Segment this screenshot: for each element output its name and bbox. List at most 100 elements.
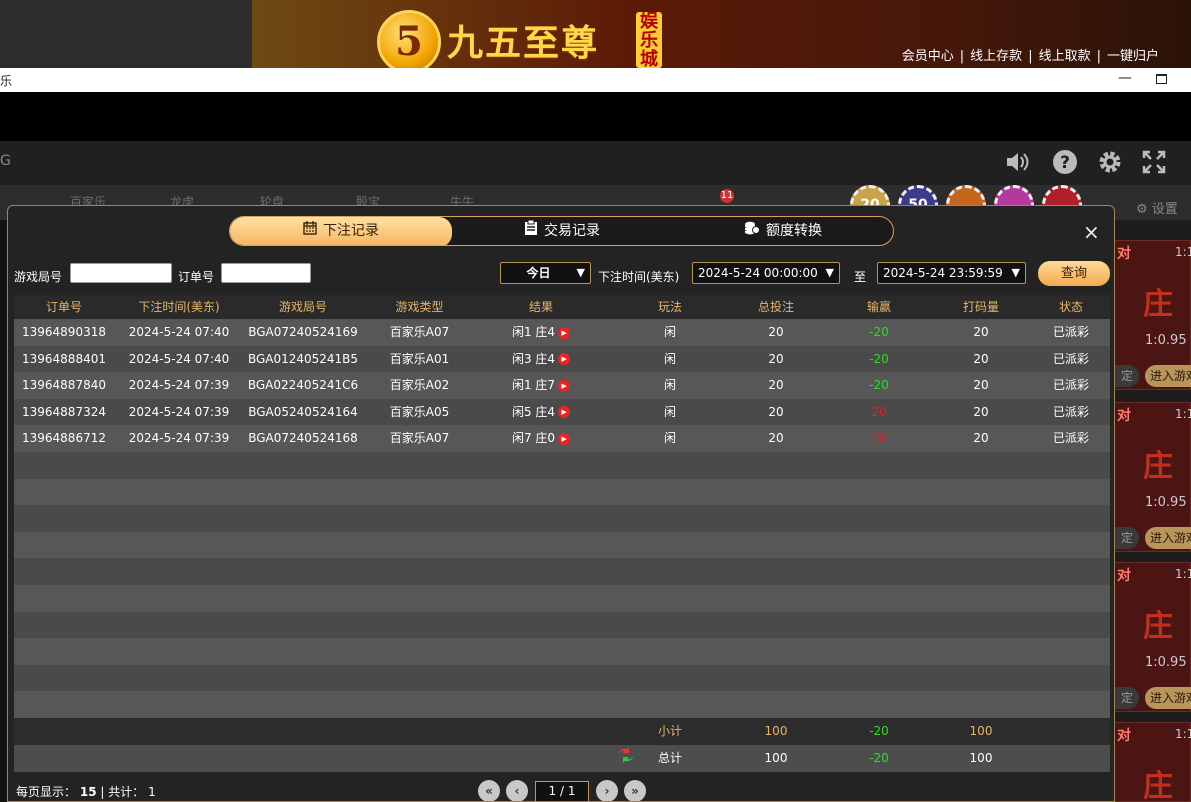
summary-rows: 小计 100 -20 100 总计 100 -20 100 [14,718,1110,772]
link-one-click-return[interactable]: 一键归户 [1107,45,1159,64]
start-time-select[interactable]: 2024-5-24 00:00:00 ▼ [692,262,840,284]
link-online-deposit[interactable]: 线上存款 [970,45,1022,64]
first-page-button[interactable]: « [478,780,500,801]
table-card[interactable]: 对 1:1 庄 1:0.95 定 进入游戏 [1105,402,1191,552]
settings-button[interactable]: ⚙ 设置 [1136,198,1178,217]
cell-text: 闲 [663,431,676,446]
cell-text: 闲 [663,378,676,393]
table-row-empty [14,505,1110,532]
cell-status: 已派彩 [1021,346,1114,373]
chevron-down-icon: ▼ [576,266,585,279]
query-button[interactable]: 查询 [1038,261,1110,286]
tab-label: 下注记录 [323,223,379,239]
subtotal-bet: 100 [764,724,788,738]
card-ratio: 1:0.95 [1145,655,1187,670]
cell-text: 2024-5-24 07:40 [128,325,230,339]
cell-result: 闲5 庄4 ▶ [477,399,605,426]
link-online-withdraw[interactable]: 线上取款 [1039,45,1091,64]
sound-icon[interactable] [1004,149,1030,178]
cell-text: 百家乐A07 [389,431,450,446]
cell-text: 13964888401 [22,351,106,366]
cell-play: 闲 [605,346,735,373]
cell-play: 闲 [605,372,735,399]
bet-time-label: 下注时间(美东) [598,270,680,284]
enter-game-button[interactable]: 进入游戏 [1145,527,1191,549]
end-time-select[interactable]: 2024-5-24 23:59:59 ▼ [877,262,1026,284]
cell-text: BGA05240524164 [248,404,358,419]
start-time-value: 2024-5-24 00:00:00 [698,266,818,280]
gear-icon: ⚙ [1136,202,1152,217]
help-icon[interactable]: ? [1052,149,1078,178]
game-toolbar: G ? [0,141,1191,185]
cell-text: 闲5 庄4 [511,404,556,419]
game-id-label: 游戏局号 [14,270,63,284]
total-count-value: 1 [148,785,156,799]
minimize-button[interactable]: — [1118,70,1132,86]
to-label: 至 [854,270,867,284]
cell-text: 20 [768,325,784,339]
cell-text: 百家乐A02 [389,378,450,393]
dialog-tabs: 下注记录 交易记录 额度转换 [229,216,894,246]
subtotal-row: 小计 100 -20 100 [14,718,1110,745]
col-win: 输赢 [866,300,891,314]
table-card[interactable]: 对 1:1 庄 1:0.95 定 进入游戏 [1105,240,1191,390]
prev-page-button[interactable]: ‹ [506,780,528,801]
cell-type: 百家乐A01 [362,346,477,373]
link-separator: | [959,49,965,64]
cell-order: 13964887324 [14,399,114,426]
cell-text: 百家乐A07 [389,325,450,339]
site-banner: 5 九五至尊 娱乐城 会员中心 | 线上存款 | 线上取款 | 一键归户 [0,0,1191,74]
cell-time: 2024-5-24 07:39 [114,399,244,426]
card-tag: 对 [1117,568,1131,584]
maximize-button[interactable] [1156,74,1167,84]
col-code: 打码量 [962,300,999,314]
table-row-empty [14,478,1110,506]
table-card[interactable]: 对 1:1 庄 [1112,722,1191,802]
col-play: 玩法 [657,300,682,314]
cell-status: 已派彩 [1021,319,1114,346]
cell-text: -20 [869,351,889,366]
cell-text: BGA07240524169 [248,325,358,339]
top-links: 会员中心 | 线上存款 | 线上取款 | 一键归户 [902,45,1159,64]
enter-game-button[interactable]: 进入游戏 [1145,687,1191,709]
card-banker: 庄 [1143,609,1173,644]
table-card[interactable]: 对 1:1 庄 1:0.95 定 进入游戏 [1105,562,1191,712]
game-id-input[interactable] [70,263,172,283]
cell-text: 闲7 庄0 [511,431,556,446]
cell-round: BGA07240524169 [244,319,362,346]
card-tag: 对 [1117,408,1131,424]
gear-icon[interactable] [1097,149,1123,178]
order-input[interactable] [221,263,311,283]
period-select[interactable]: 今日 ▼ [500,262,591,284]
close-icon[interactable]: × [1083,222,1100,242]
next-page-button[interactable]: › [596,780,618,801]
cell-text: 2024-5-24 07:39 [128,378,230,393]
play-replay-icon[interactable]: ▶ [558,432,571,445]
play-replay-icon[interactable]: ▶ [558,406,571,419]
table-row-empty [14,638,1110,665]
play-replay-icon[interactable]: ▶ [558,326,571,339]
last-page-button[interactable]: » [624,780,646,801]
cell-result: 闲7 庄0 ▶ [477,425,605,452]
table-row: 13964887840 2024-5-24 07:39 BGA022405241C6… [14,372,1110,399]
table-row-empty [14,611,1110,639]
cell-round: BGA022405241C6 [244,372,362,399]
enter-game-button[interactable]: 进入游戏 [1145,365,1191,387]
fullscreen-icon[interactable] [1141,149,1167,178]
tab-bet-records[interactable]: 下注记录 [230,217,452,245]
chevron-down-icon: ▼ [1011,266,1020,279]
total-code: 100 [969,751,993,765]
play-replay-icon[interactable]: ▶ [558,379,571,392]
cell-order: 13964890318 [14,319,114,346]
cell-text: 20 [973,325,989,339]
play-replay-icon[interactable]: ▶ [558,353,571,366]
link-member-center[interactable]: 会员中心 [902,45,954,64]
page-indicator[interactable]: 1 / 1 [535,781,589,801]
bet-records-table: 订单号 下注时间(美东) 游戏局号 游戏类型 结果 玩法 总投注 输赢 打码量 … [14,295,1110,718]
tab-transaction-records[interactable]: 交易记录 [451,217,673,245]
total-bet: 100 [764,751,788,765]
cell-order: 13964887840 [14,372,114,399]
calendar-icon [303,217,317,245]
tab-credit-transfer[interactable]: 额度转换 [672,217,893,245]
tab-label: 交易记录 [544,223,600,239]
